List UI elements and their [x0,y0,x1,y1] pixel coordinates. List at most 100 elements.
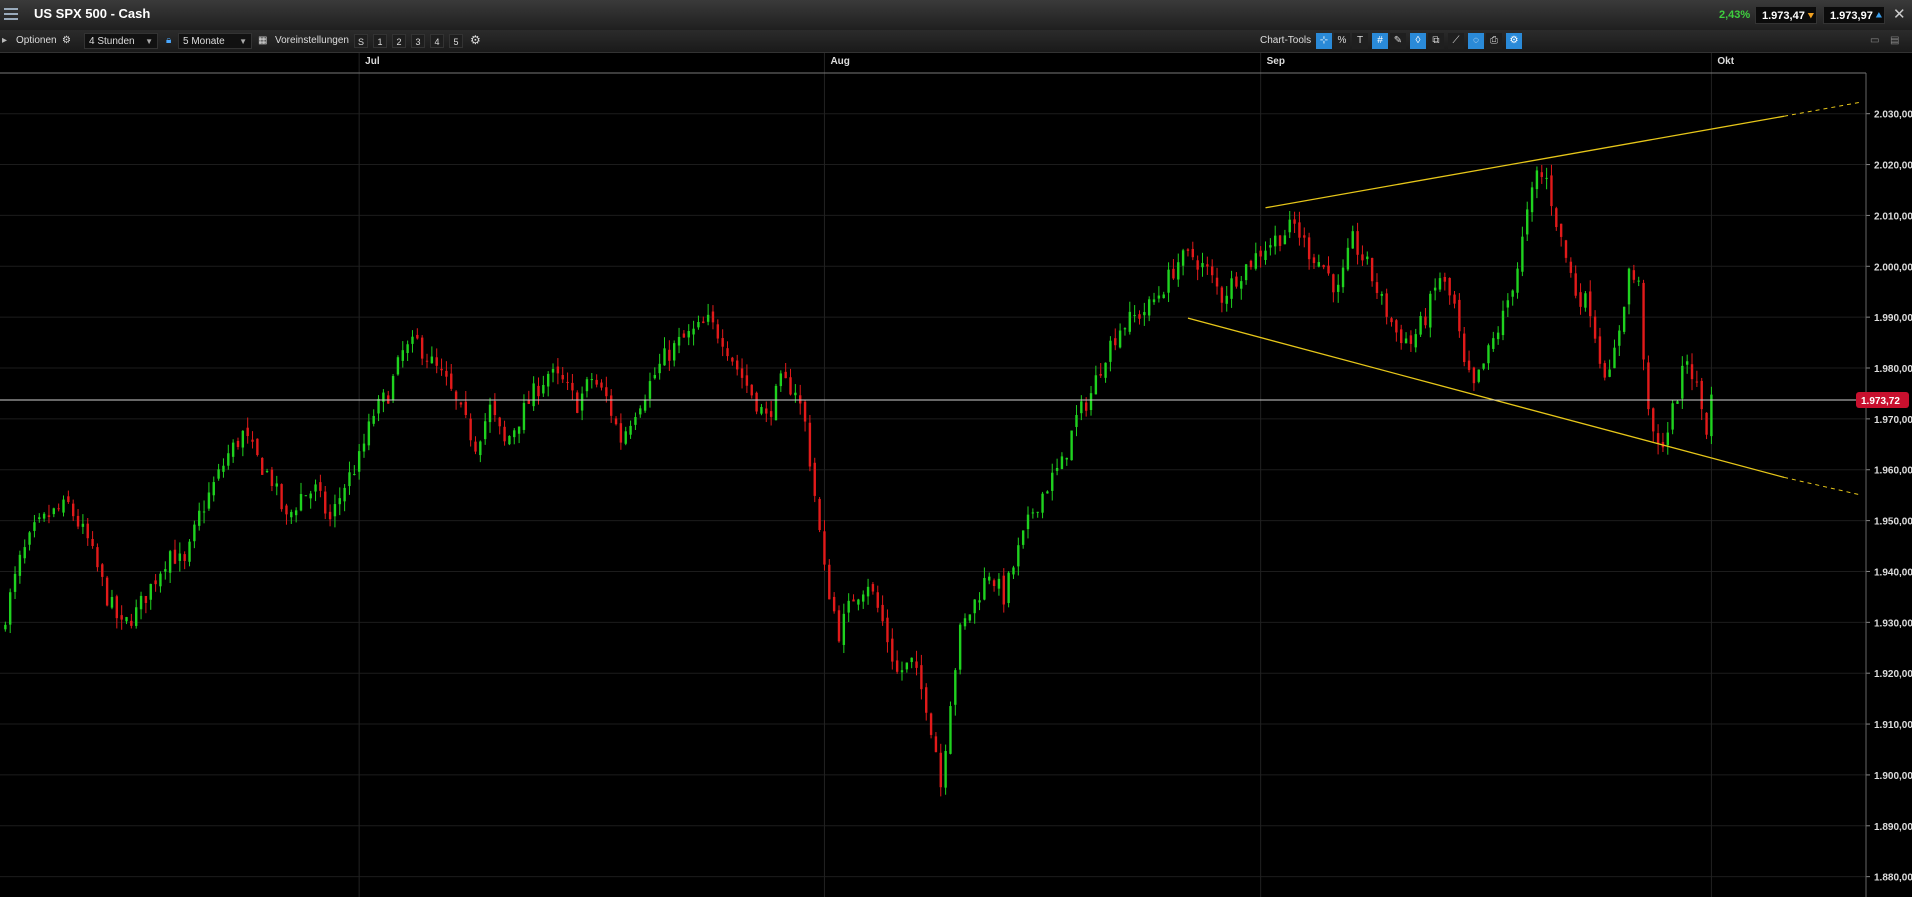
candle-body [1409,335,1413,344]
candle-body [1080,401,1083,414]
candle-body [1584,293,1587,308]
candle-body [1065,457,1068,460]
candle-body [1463,333,1466,363]
candle-body [1545,177,1548,179]
candle-body [1404,338,1408,344]
candle-body [1487,345,1490,364]
candle-body [702,321,705,323]
candle-body [1366,256,1369,260]
candle-body [1317,262,1321,267]
candle-body [920,665,923,690]
minimize-pane-icon[interactable]: ▭ [1870,33,1879,49]
price-chart[interactable]: 2.030,00 2.020,00 2.010,00 2.000,00 1.990,00… [0,53,1912,897]
candle-body [406,344,409,354]
candle-body [212,482,215,496]
lasso-icon[interactable]: ◌ [1468,33,1484,49]
print-icon[interactable]: ⎙ [1486,33,1502,49]
candle-body [454,391,458,400]
candle-body [668,349,671,361]
sell-quote[interactable]: 1.973,47 ⯆ [1755,6,1817,24]
candle-body [1109,340,1112,362]
candle-body [62,499,65,513]
candle-body [425,360,429,362]
candle-body [1143,312,1146,316]
preset-button-3[interactable]: 3 [411,34,425,48]
calendar-icon[interactable]: ▦ [258,33,267,49]
candle-body [1215,277,1219,287]
preset-button-2[interactable]: 2 [392,34,406,48]
candle-body [663,348,666,366]
candle-body [750,384,753,396]
presets-label: Voreinstellungen [275,35,349,46]
candle-body [1496,332,1500,340]
y-tick-label: 1.960,00 [1874,466,1912,477]
candle-body [1535,170,1539,190]
maximize-pane-icon[interactable]: ▤ [1890,33,1899,49]
settings-tool-icon[interactable]: ⚙ [1506,33,1522,49]
options-arrow-icon[interactable]: ▸ [2,33,7,49]
candle-body [653,374,657,379]
range-select[interactable]: 5 Monate ▼ [178,33,252,49]
candle-body [338,498,341,505]
down-arrow-icon: ⯆ [1806,11,1815,22]
candle-body [1157,295,1161,299]
candle-body [517,426,521,434]
preset-button-s[interactable]: S [354,34,368,48]
y-tick-label: 1.940,00 [1874,567,1912,578]
candle-body [891,638,894,662]
text-tool-icon[interactable]: T [1352,33,1368,49]
buy-quote[interactable]: 1.973,97 ⯅ [1823,6,1885,24]
candle-body [33,522,36,531]
trendline[interactable] [1265,115,1785,209]
gear-icon[interactable]: ⚙ [62,33,71,49]
candle-body [42,513,46,519]
crosshair-tool-icon[interactable]: ⊹ [1316,33,1332,49]
percent-icon[interactable]: % [1334,33,1350,49]
preset-settings-icon[interactable]: ⚙ [470,32,481,48]
candle-body [1051,472,1054,491]
candle-body [513,430,516,438]
candle-body [1705,412,1708,435]
candle-body [1036,511,1039,513]
candle-body [1361,254,1364,261]
grid-icon[interactable]: # [1372,33,1388,49]
candle-body [188,541,191,562]
preset-button-5[interactable]: 5 [449,34,463,48]
candle-body [1259,250,1262,257]
trend-tool-icon[interactable]: ⟋ [1448,33,1464,49]
interval-select[interactable]: 4 Stunden ▼ [84,33,158,49]
candle-body [488,404,492,423]
candle-body [1642,282,1645,360]
candle-body [1666,432,1669,446]
candle-body [1351,231,1354,249]
candle-body [1307,237,1311,260]
candle-body [464,401,467,415]
candle-body [769,411,773,417]
candle-body [726,348,729,357]
candle-body [1070,430,1073,461]
lock-icon[interactable]: 🔒︎ [166,33,171,49]
candle-body [52,508,56,515]
compare-icon[interactable]: ⧉ [1428,33,1444,49]
candle-body [1191,248,1195,258]
preset-button-1[interactable]: 1 [373,34,387,48]
menu-icon[interactable] [4,8,18,20]
close-icon[interactable]: ✕ [1893,5,1906,23]
drawing-tool-icon[interactable]: ✎ [1390,33,1406,49]
candle-body [1530,187,1534,213]
candle-body [81,523,85,527]
indicator-icon[interactable]: ◊ [1410,33,1426,49]
candle-body [474,441,477,452]
candle-body [265,470,269,472]
candle-body [1506,300,1510,308]
trendline[interactable] [1187,317,1785,478]
candle-body [585,379,589,392]
preset-button-4[interactable]: 4 [430,34,444,48]
candle-body [1201,262,1204,268]
candle-body [1458,299,1461,332]
candle-body [168,551,172,573]
candle-body [1400,329,1403,344]
candle-body [130,620,133,626]
candle-body [1094,375,1098,395]
options-button[interactable]: Optionen [16,33,57,49]
